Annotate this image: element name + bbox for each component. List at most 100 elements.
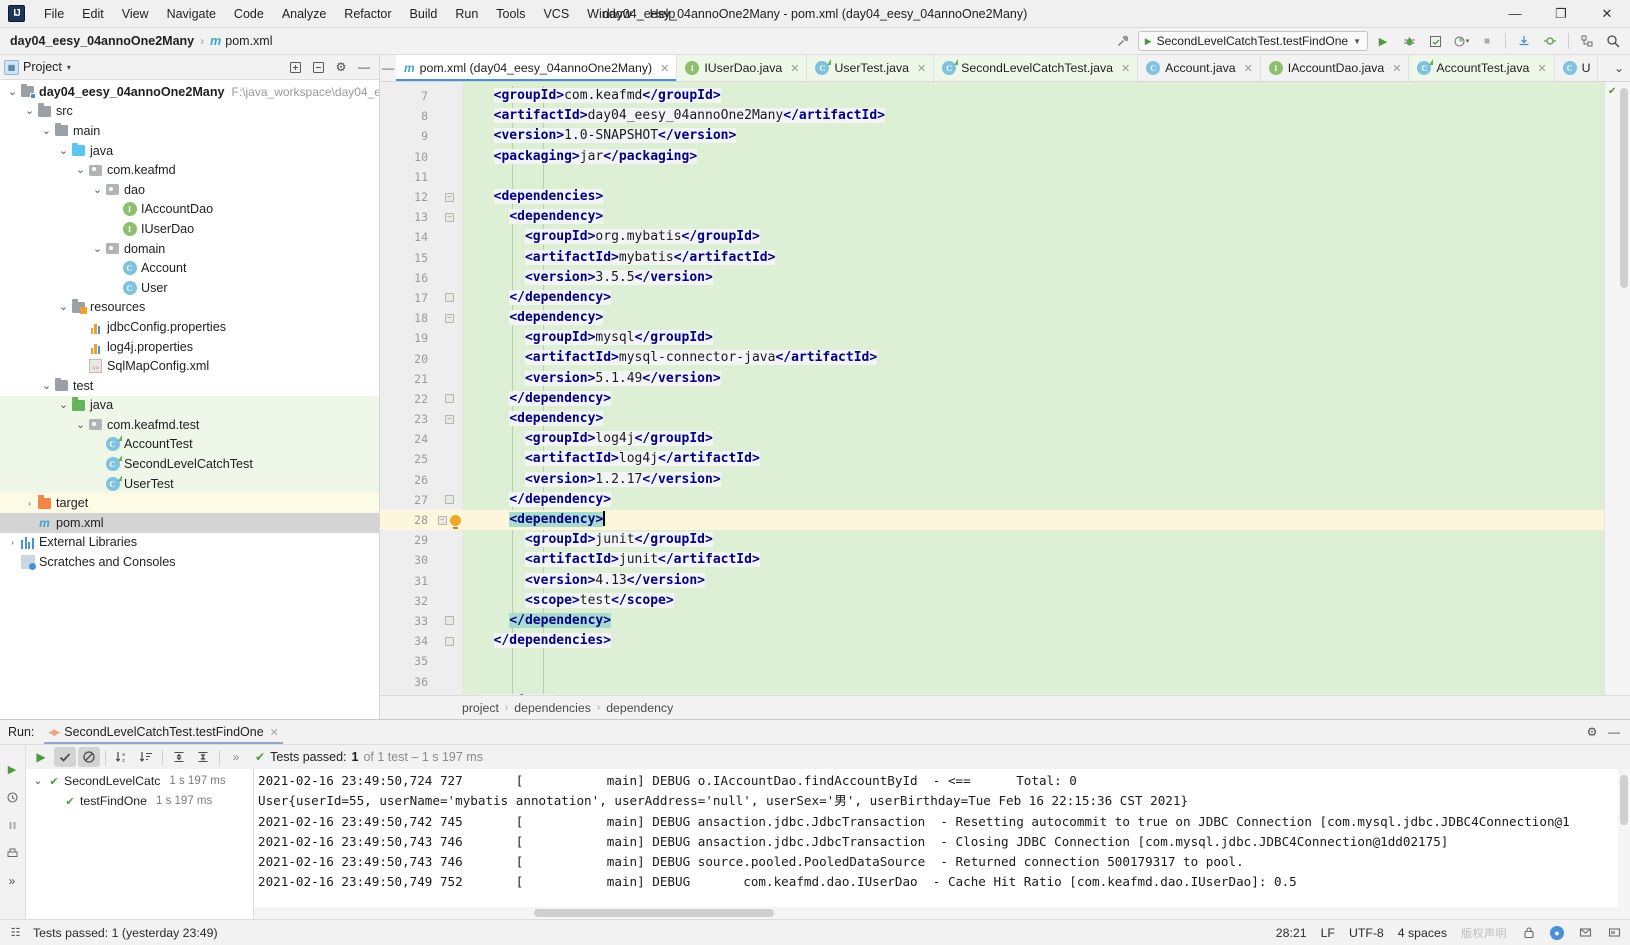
menu-item-navigate[interactable]: Navigate — [158, 3, 225, 25]
fold-region[interactable] — [436, 692, 462, 695]
breadcrumb-item[interactable]: dependencies — [514, 701, 591, 715]
project-tree-row[interactable]: <> SqlMapConfig.xml — [0, 356, 379, 376]
status-layout-icon[interactable]: ☷ — [8, 925, 23, 940]
debug-button[interactable] — [1398, 31, 1420, 51]
project-tree-row[interactable]: ⌄ day04_eesy_04annoOne2Many F:\java_worksp… — [0, 82, 379, 102]
code-line[interactable]: <packaging>jar</packaging> — [462, 147, 1604, 167]
more-actions-button[interactable]: » — [225, 747, 247, 767]
breadcrumb-file[interactable]: pom.xml — [225, 34, 272, 48]
run-with-coverage-button[interactable] — [1424, 31, 1446, 51]
menu-item-edit[interactable]: Edit — [73, 3, 113, 25]
fold-expand-icon[interactable] — [444, 636, 454, 646]
build-hammer-icon[interactable] — [1112, 31, 1134, 51]
menu-item-help[interactable]: Help — [641, 3, 685, 25]
chevron-down-icon[interactable]: ⌄ — [74, 165, 87, 176]
project-tree-row[interactable]: I IUserDao — [0, 219, 379, 239]
project-tree-row[interactable]: C SecondLevelCatchTest — [0, 454, 379, 474]
pause-strip-icon[interactable] — [2, 815, 22, 835]
chevron-down-icon[interactable]: ⌄ — [6, 86, 19, 97]
menu-item-build[interactable]: Build — [401, 3, 447, 25]
project-tree-row[interactable]: ⌄ domain — [0, 239, 379, 259]
editor-tab[interactable]: C AccountTest.java ✕ — [1409, 55, 1555, 81]
chevron-down-icon[interactable]: ⌄ — [40, 125, 53, 136]
collapse-all-icon[interactable] — [192, 747, 214, 767]
close-icon[interactable]: ✕ — [1121, 62, 1130, 75]
breadcrumb-item[interactable]: project — [462, 701, 499, 715]
fold-expand-icon[interactable] — [444, 616, 454, 626]
menu-item-view[interactable]: View — [113, 3, 158, 25]
profile-button[interactable]: ▾ — [1450, 31, 1472, 51]
menu-item-file[interactable]: File — [35, 3, 73, 25]
test-tree-row[interactable]: ✔ testFindOne 1 s 197 ms — [26, 791, 253, 811]
scrollbar-thumb[interactable] — [534, 909, 774, 917]
close-icon[interactable]: ✕ — [917, 62, 926, 75]
editor-tab[interactable]: m pom.xml (day04_eesy_04annoOne2Many) ✕ — [396, 55, 678, 81]
run-tab[interactable]: ◀▶ SecondLevelCatchTest.testFindOne ✕ — [42, 720, 284, 744]
console-output[interactable]: 2021-02-16 23:49:50,724 727 [ main] DEBU… — [254, 769, 1630, 919]
code-line[interactable]: <dependency> — [462, 207, 1604, 227]
code-line[interactable]: <dependency> — [462, 509, 1604, 531]
project-tree-row[interactable]: ⌄ java — [0, 395, 379, 416]
tabs-collapse-icon[interactable]: — — [380, 55, 396, 81]
gear-icon[interactable]: ⚙ — [1582, 722, 1602, 742]
intention-bulb-icon[interactable] — [449, 514, 461, 529]
project-tree[interactable]: ⌄ day04_eesy_04annoOne2Many F:\java_worksp… — [0, 80, 379, 719]
code-line[interactable]: <artifactId>junit</artifactId> — [462, 550, 1604, 570]
editor-tab[interactable]: C Account.java ✕ — [1138, 55, 1261, 81]
code-line[interactable]: <groupId>org.mybatis</groupId> — [462, 227, 1604, 247]
project-tree-row[interactable]: ⌄ test — [0, 376, 379, 396]
fold-collapse-icon[interactable]: − — [444, 212, 454, 222]
fold-expand-icon[interactable] — [444, 495, 454, 505]
project-structure-icon[interactable] — [1576, 31, 1598, 51]
code-line[interactable]: </dependency> — [462, 288, 1604, 308]
editor-tab[interactable]: C SecondLevelCatchTest.java ✕ — [934, 55, 1139, 81]
maximize-button[interactable]: ❐ — [1538, 0, 1584, 27]
fold-region[interactable]: − — [436, 509, 462, 531]
fold-collapse-icon[interactable]: − — [444, 414, 454, 424]
project-tree-row[interactable]: ⌄ src — [0, 102, 379, 122]
code-line[interactable]: <groupId>junit</groupId> — [462, 530, 1604, 550]
expand-all-icon[interactable] — [168, 747, 190, 767]
test-results-tree[interactable]: ⌄ ✔ SecondLevelCatc 1 s 197 ms ✔ testFindOne 1… — [26, 769, 254, 919]
fold-collapse-icon[interactable]: − — [437, 515, 447, 525]
editor-tab[interactable]: I IUserDao.java ✕ — [677, 55, 808, 81]
caret-position[interactable]: 28:21 — [1276, 926, 1307, 940]
git-branch-icon[interactable]: ● — [1550, 925, 1564, 940]
console-vertical-scrollbar[interactable] — [1618, 769, 1630, 907]
code-line[interactable] — [462, 651, 1604, 671]
print-icon[interactable] — [2, 843, 22, 863]
fold-region[interactable]: − — [436, 207, 462, 227]
close-icon[interactable]: ✕ — [790, 62, 799, 75]
project-tree-row[interactable]: C UserTest — [0, 473, 379, 494]
code-line[interactable]: <version>1.0-SNAPSHOT</version> — [462, 126, 1604, 146]
hide-panel-button[interactable]: — — [353, 57, 375, 77]
hide-panel-button[interactable]: — — [1604, 722, 1624, 742]
hide-ignored-toggle[interactable] — [78, 747, 100, 767]
project-tree-row[interactable]: log4j.properties — [0, 337, 379, 357]
fold-expand-icon[interactable] — [444, 293, 454, 303]
breadcrumb-project[interactable]: day04_eesy_04annoOne2Many — [10, 34, 194, 48]
project-tree-row[interactable]: C Account — [0, 258, 379, 278]
project-tree-row[interactable]: C AccountTest — [0, 434, 379, 455]
code-line[interactable] — [462, 671, 1604, 691]
code-line[interactable]: </dependencies> — [462, 631, 1604, 651]
collapse-all-button[interactable] — [307, 57, 329, 77]
scrollbar-thumb[interactable] — [1620, 775, 1628, 825]
project-tree-row[interactable]: Scratches and Consoles — [0, 552, 379, 572]
chevron-down-icon[interactable]: ⌄ — [91, 184, 104, 195]
gear-icon[interactable]: ⚙ — [330, 57, 352, 77]
minimize-button[interactable]: — — [1492, 0, 1538, 27]
code-line[interactable] — [462, 167, 1604, 187]
close-icon[interactable]: ✕ — [270, 726, 279, 739]
update-project-icon[interactable] — [1513, 31, 1535, 51]
breadcrumb-item[interactable]: dependency — [606, 701, 673, 715]
notifications-icon[interactable] — [1578, 925, 1593, 940]
code-line[interactable]: </dependency> — [462, 490, 1604, 510]
fold-collapse-icon[interactable]: − — [444, 192, 454, 202]
line-separator[interactable]: LF — [1321, 926, 1335, 940]
project-tree-row[interactable]: ⌄ dao — [0, 180, 379, 200]
fold-region[interactable]: − — [436, 409, 462, 429]
menu-item-vcs[interactable]: VCS — [534, 3, 578, 25]
code-line[interactable]: <dependency> — [462, 409, 1604, 429]
menu-item-refactor[interactable]: Refactor — [335, 3, 400, 25]
